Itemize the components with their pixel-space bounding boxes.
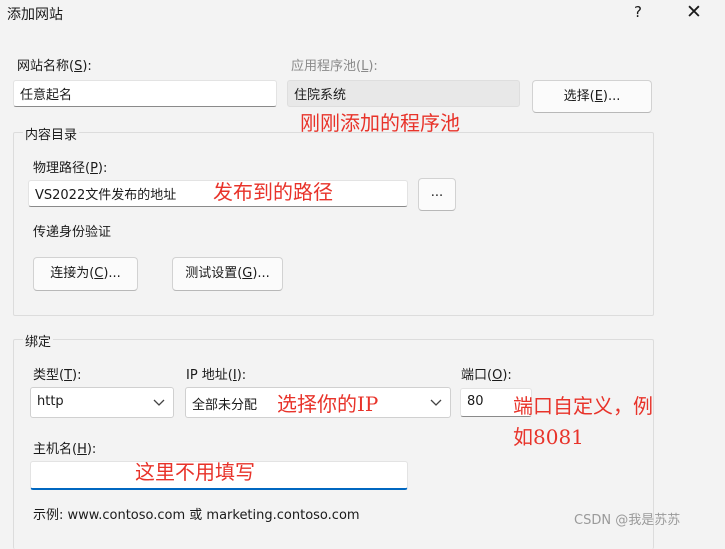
path-label-suffix: ): (97, 161, 108, 176)
ip-dropdown-value: 全部未分配 (192, 398, 258, 413)
title-bar: 添加网站 ? ✕ (0, 0, 725, 30)
type-dropdown[interactable]: http (30, 387, 174, 418)
host-name-label: 主机名(H): (33, 438, 96, 457)
csdn-watermark: CSDN @我是苏苏 (574, 513, 681, 528)
physical-path-label: 物理路径(P): (33, 157, 107, 176)
site-name-input[interactable]: 任意起名 (13, 80, 277, 107)
type-label-key: T (64, 368, 73, 383)
site-name-label: 网站名称(S): (17, 55, 92, 74)
app-pool-label-prefix: 应用程序池( (291, 59, 362, 74)
connect-as-suffix: )... (103, 266, 121, 281)
app-pool-label: 应用程序池(L): (291, 55, 378, 74)
ip-label-suffix: ): (236, 368, 247, 383)
connect-as-button[interactable]: 连接为(C)... (33, 257, 138, 291)
app-pool-label-suffix: ): (368, 59, 378, 74)
annotation-port-line2: 如8081 (513, 425, 584, 449)
content-directory-title: 内容目录 (23, 124, 80, 143)
chevron-down-icon (430, 399, 442, 406)
annotation-ip: 选择你的IP (277, 392, 379, 416)
chevron-down-icon (153, 399, 165, 406)
host-label-suffix: ): (86, 442, 97, 457)
type-label-prefix: 类型( (33, 368, 65, 383)
annotation-path: 发布到的路径 (213, 180, 333, 204)
test-settings-button[interactable]: 测试设置(G)... (172, 257, 283, 291)
annotation-port-line1: 端口自定义，例 (513, 394, 653, 418)
test-settings-suffix: )... (252, 266, 270, 281)
browse-path-button[interactable]: ... (418, 178, 456, 211)
annotation-host: 这里不用填写 (135, 460, 255, 484)
pass-through-auth-label: 传递身份验证 (33, 225, 112, 240)
connect-as-key: C (94, 266, 104, 281)
select-button-key: E (594, 89, 603, 104)
port-label-key: O (492, 368, 503, 383)
port-label-suffix: ): (502, 368, 512, 383)
ip-label-prefix: IP 地址( (186, 368, 233, 383)
test-settings-key: G (242, 266, 253, 281)
connect-as-prefix: 连接为( (50, 266, 95, 281)
select-app-pool-button[interactable]: 选择(E)... (532, 80, 652, 113)
close-icon[interactable]: ✕ (683, 1, 705, 23)
ip-address-label: IP 地址(I): (186, 364, 246, 383)
window-title: 添加网站 (7, 7, 63, 23)
port-label-prefix: 端口( (461, 368, 493, 383)
select-button-suffix: )... (602, 89, 621, 104)
site-name-label-prefix: 网站名称( (17, 59, 75, 74)
host-label-prefix: 主机名( (33, 442, 78, 457)
type-dropdown-value: http (37, 394, 64, 409)
select-button-prefix: 选择( (563, 89, 595, 104)
type-label-suffix: ): (72, 368, 82, 383)
port-label: 端口(O): (461, 364, 512, 383)
test-settings-prefix: 测试设置( (185, 266, 243, 281)
path-label-key: P (90, 161, 98, 176)
host-label-key: H (77, 442, 87, 457)
help-button[interactable]: ? (631, 3, 645, 21)
app-pool-field: 住院系统 (287, 80, 520, 107)
type-label: 类型(T): (33, 364, 81, 383)
binding-title: 绑定 (23, 331, 54, 350)
host-name-example: 示例: www.contoso.com 或 marketing.contoso.… (33, 508, 360, 523)
site-name-label-suffix: ): (82, 59, 92, 74)
path-label-prefix: 物理路径( (33, 161, 91, 176)
